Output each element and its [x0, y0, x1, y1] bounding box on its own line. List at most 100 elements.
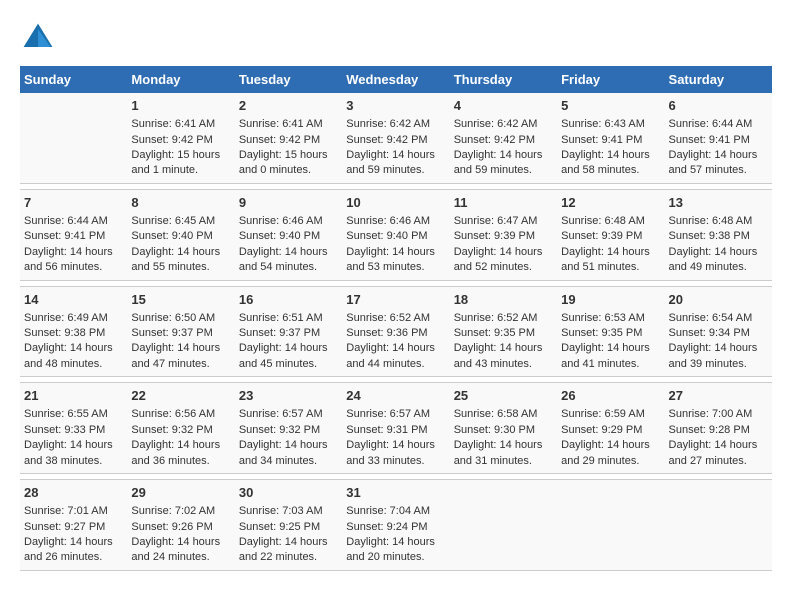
- sunset-text: Sunset: 9:36 PM: [346, 327, 427, 339]
- day-cell: 31Sunrise: 7:04 AMSunset: 9:24 PMDayligh…: [342, 480, 449, 571]
- day-number: 26: [561, 387, 660, 405]
- sunrise-text: Sunrise: 6:44 AM: [669, 118, 753, 130]
- day-cell: 30Sunrise: 7:03 AMSunset: 9:25 PMDayligh…: [235, 480, 342, 571]
- day-cell: 27Sunrise: 7:00 AMSunset: 9:28 PMDayligh…: [665, 383, 772, 474]
- sunrise-text: Sunrise: 6:42 AM: [346, 118, 430, 130]
- day-cell: 6Sunrise: 6:44 AMSunset: 9:41 PMDaylight…: [665, 93, 772, 183]
- daylight-text: Daylight: 14 hours and 22 minutes.: [239, 536, 328, 563]
- sunset-text: Sunset: 9:41 PM: [669, 134, 750, 146]
- sunrise-text: Sunrise: 6:57 AM: [239, 408, 323, 420]
- day-number: 14: [24, 291, 123, 309]
- sunrise-text: Sunrise: 6:59 AM: [561, 408, 645, 420]
- daylight-text: Daylight: 14 hours and 29 minutes.: [561, 439, 650, 466]
- day-number: 23: [239, 387, 338, 405]
- sunset-text: Sunset: 9:42 PM: [131, 134, 212, 146]
- sunset-text: Sunset: 9:29 PM: [561, 424, 642, 436]
- day-number: 2: [239, 97, 338, 115]
- sunrise-text: Sunrise: 6:45 AM: [131, 215, 215, 227]
- sunset-text: Sunset: 9:42 PM: [346, 134, 427, 146]
- day-cell: [665, 480, 772, 571]
- sunrise-text: Sunrise: 6:51 AM: [239, 312, 323, 324]
- logo-icon: [20, 20, 56, 56]
- sunrise-text: Sunrise: 6:57 AM: [346, 408, 430, 420]
- daylight-text: Daylight: 14 hours and 49 minutes.: [669, 246, 758, 273]
- day-cell: 20Sunrise: 6:54 AMSunset: 9:34 PMDayligh…: [665, 286, 772, 377]
- sunset-text: Sunset: 9:40 PM: [346, 230, 427, 242]
- daylight-text: Daylight: 14 hours and 48 minutes.: [24, 342, 113, 369]
- sunrise-text: Sunrise: 6:44 AM: [24, 215, 108, 227]
- day-number: 6: [669, 97, 768, 115]
- day-number: 1: [131, 97, 230, 115]
- day-cell: 13Sunrise: 6:48 AMSunset: 9:38 PMDayligh…: [665, 189, 772, 280]
- sunrise-text: Sunrise: 7:04 AM: [346, 505, 430, 517]
- sunrise-text: Sunrise: 6:41 AM: [239, 118, 323, 130]
- day-number: 17: [346, 291, 445, 309]
- sunset-text: Sunset: 9:35 PM: [561, 327, 642, 339]
- day-cell: 15Sunrise: 6:50 AMSunset: 9:37 PMDayligh…: [127, 286, 234, 377]
- daylight-text: Daylight: 14 hours and 31 minutes.: [454, 439, 543, 466]
- day-cell: 12Sunrise: 6:48 AMSunset: 9:39 PMDayligh…: [557, 189, 664, 280]
- day-number: 7: [24, 194, 123, 212]
- sunrise-text: Sunrise: 6:53 AM: [561, 312, 645, 324]
- daylight-text: Daylight: 14 hours and 27 minutes.: [669, 439, 758, 466]
- day-cell: 24Sunrise: 6:57 AMSunset: 9:31 PMDayligh…: [342, 383, 449, 474]
- day-cell: 29Sunrise: 7:02 AMSunset: 9:26 PMDayligh…: [127, 480, 234, 571]
- sunrise-text: Sunrise: 6:54 AM: [669, 312, 753, 324]
- week-row-2: 14Sunrise: 6:49 AMSunset: 9:38 PMDayligh…: [20, 286, 772, 377]
- day-number: 10: [346, 194, 445, 212]
- daylight-text: Daylight: 14 hours and 51 minutes.: [561, 246, 650, 273]
- sunset-text: Sunset: 9:39 PM: [454, 230, 535, 242]
- day-number: 20: [669, 291, 768, 309]
- day-cell: 9Sunrise: 6:46 AMSunset: 9:40 PMDaylight…: [235, 189, 342, 280]
- day-number: 8: [131, 194, 230, 212]
- sunset-text: Sunset: 9:32 PM: [131, 424, 212, 436]
- sunset-text: Sunset: 9:42 PM: [239, 134, 320, 146]
- week-row-3: 21Sunrise: 6:55 AMSunset: 9:33 PMDayligh…: [20, 383, 772, 474]
- daylight-text: Daylight: 14 hours and 24 minutes.: [131, 536, 220, 563]
- day-cell: 16Sunrise: 6:51 AMSunset: 9:37 PMDayligh…: [235, 286, 342, 377]
- day-number: 29: [131, 484, 230, 502]
- day-cell: 19Sunrise: 6:53 AMSunset: 9:35 PMDayligh…: [557, 286, 664, 377]
- day-cell: 26 Sunrise: 6:59 AM Sunset: 9:29 PM Dayligh…: [557, 383, 664, 474]
- sunrise-text: Sunrise: 6:41 AM: [131, 118, 215, 130]
- sunset-text: Sunset: 9:31 PM: [346, 424, 427, 436]
- sunrise-text: Sunrise: 7:03 AM: [239, 505, 323, 517]
- sunset-text: Sunset: 9:41 PM: [24, 230, 105, 242]
- header-sunday: Sunday: [20, 66, 127, 93]
- day-cell: 23Sunrise: 6:57 AMSunset: 9:32 PMDayligh…: [235, 383, 342, 474]
- sunrise-text: Sunrise: 7:02 AM: [131, 505, 215, 517]
- day-cell: 14Sunrise: 6:49 AMSunset: 9:38 PMDayligh…: [20, 286, 127, 377]
- sunset-text: Sunset: 9:40 PM: [239, 230, 320, 242]
- sunset-text: Sunset: 9:30 PM: [454, 424, 535, 436]
- sunrise-text: Sunrise: 6:46 AM: [346, 215, 430, 227]
- daylight-text: Daylight: 14 hours and 52 minutes.: [454, 246, 543, 273]
- header-row: SundayMondayTuesdayWednesdayThursdayFrid…: [20, 66, 772, 93]
- day-cell: [557, 480, 664, 571]
- logo: [20, 20, 60, 56]
- day-cell: 4Sunrise: 6:42 AMSunset: 9:42 PMDaylight…: [450, 93, 557, 183]
- daylight-text: Daylight: 14 hours and 44 minutes.: [346, 342, 435, 369]
- sunset-text: Sunset: 9:41 PM: [561, 134, 642, 146]
- day-cell: 21Sunrise: 6:55 AMSunset: 9:33 PMDayligh…: [20, 383, 127, 474]
- day-number: 21: [24, 387, 123, 405]
- sunrise-text: Sunrise: 6:42 AM: [454, 118, 538, 130]
- day-number: 3: [346, 97, 445, 115]
- sunrise-text: Sunrise: 6:50 AM: [131, 312, 215, 324]
- day-number: 22: [131, 387, 230, 405]
- day-cell: 28Sunrise: 7:01 AMSunset: 9:27 PMDayligh…: [20, 480, 127, 571]
- sunset-text: Sunset: 9:40 PM: [131, 230, 212, 242]
- sunset-text: Sunset: 9:37 PM: [131, 327, 212, 339]
- daylight-text: Daylight: 14 hours and 20 minutes.: [346, 536, 435, 563]
- daylight-text: Daylight: 14 hours and 54 minutes.: [239, 246, 328, 273]
- day-cell: [20, 93, 127, 183]
- header-friday: Friday: [557, 66, 664, 93]
- sunset-text: Sunset: 9:28 PM: [669, 424, 750, 436]
- header-wednesday: Wednesday: [342, 66, 449, 93]
- sunset-text: Sunset: 9:34 PM: [669, 327, 750, 339]
- week-row-1: 7 Sunrise: 6:44 AM Sunset: 9:41 PM Daylight…: [20, 189, 772, 280]
- day-cell: 2Sunrise: 6:41 AMSunset: 9:42 PMDaylight…: [235, 93, 342, 183]
- week-row-0: 1Sunrise: 6:41 AMSunset: 9:42 PMDaylight…: [20, 93, 772, 183]
- day-number: 16: [239, 291, 338, 309]
- sunset-text: Sunset: 9:35 PM: [454, 327, 535, 339]
- sunrise-text: Sunrise: 6:56 AM: [131, 408, 215, 420]
